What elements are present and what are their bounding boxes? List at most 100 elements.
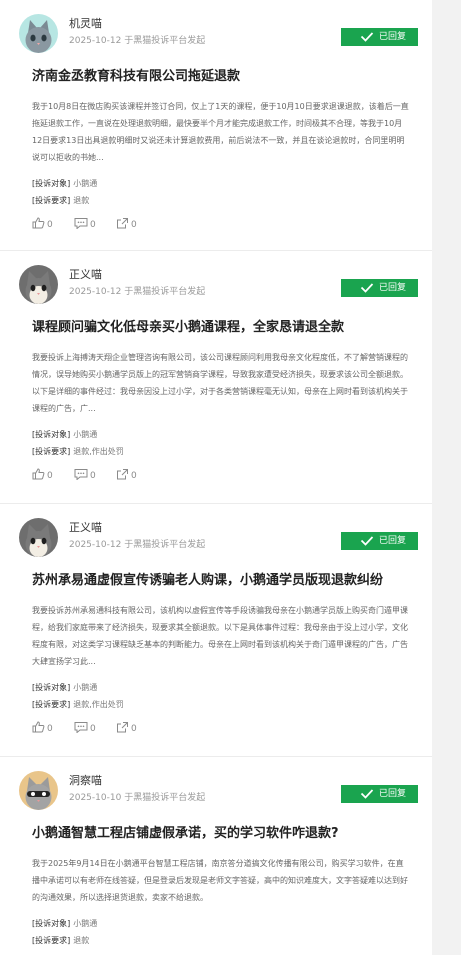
- comment-icon: [74, 218, 88, 230]
- share-button[interactable]: 0: [116, 721, 137, 736]
- gray-white-cat-avatar[interactable]: [19, 518, 58, 557]
- post-date: 2025-10-10: [69, 793, 122, 803]
- comment-button[interactable]: 0: [74, 721, 96, 736]
- request-value: 退款: [73, 936, 90, 945]
- complaint-tags: [投诉对象] 小鹅通 [投诉要求] 退款,作出处罚: [32, 679, 124, 713]
- post-platform: 于黑猫投诉平台发起: [124, 36, 206, 46]
- complaint-target-row: [投诉对象] 小鹅通: [32, 915, 97, 932]
- complaint-target-row: [投诉对象] 小鹅通: [32, 679, 124, 696]
- request-value: 退款,作出处罚: [73, 447, 124, 456]
- request-label: [投诉要求]: [32, 196, 71, 205]
- complaint-title[interactable]: 小鹅通智慧工程店铺虚假承诺，买的学习软件咋退款?: [32, 825, 412, 843]
- complaint-request-row: [投诉要求] 退款,作出处罚: [32, 696, 124, 713]
- status-badge: 已回复: [341, 279, 418, 297]
- complaint-title[interactable]: 课程顾问骗文化低母亲买小鹅通课程，全家恳请退全款: [32, 319, 412, 337]
- share-icon: [117, 218, 128, 229]
- status-label: 已回复: [379, 32, 407, 42]
- post-date: 2025-10-12: [69, 287, 122, 297]
- complaint-title[interactable]: 苏州承易通虚假宣传诱骗老人购课，小鹅通学员版现退款纠纷: [32, 572, 412, 590]
- comment-icon: [74, 722, 88, 734]
- like-button[interactable]: 0: [32, 468, 53, 483]
- comment-button[interactable]: 0: [74, 217, 96, 232]
- gray-white-cat-avatar[interactable]: [19, 265, 58, 304]
- complaint-description[interactable]: 我于10月8日在微店购买该课程并签订合同，仅上了1天的课程，便于10月10日要求…: [32, 98, 410, 166]
- comment-icon: [74, 469, 88, 481]
- request-label: [投诉要求]: [32, 447, 71, 456]
- post-date: 2025-10-12: [69, 36, 122, 46]
- orange-cat-avatar[interactable]: [19, 771, 58, 810]
- complaint-request-row: [投诉要求] 退款: [32, 192, 97, 209]
- target-value[interactable]: 小鹅通: [73, 919, 97, 928]
- share-icon: [117, 722, 128, 733]
- status-label: 已回复: [379, 536, 407, 546]
- complaint-target-row: [投诉对象] 小鹅通: [32, 426, 124, 443]
- post-meta: 2025-10-12 于黑猫投诉平台发起: [69, 35, 205, 47]
- post-meta: 2025-10-10 于黑猫投诉平台发起: [69, 792, 205, 804]
- complaint-target-row: [投诉对象] 小鹅通: [32, 175, 97, 192]
- post-platform: 于黑猫投诉平台发起: [124, 793, 206, 803]
- user-name[interactable]: 洞察喵: [69, 774, 102, 788]
- post-platform: 于黑猫投诉平台发起: [124, 540, 206, 550]
- comment-count: 0: [90, 724, 96, 734]
- target-value[interactable]: 小鹅通: [73, 430, 97, 439]
- like-button[interactable]: 0: [32, 721, 53, 736]
- comment-button[interactable]: 0: [74, 468, 96, 483]
- checkmark-icon: [360, 32, 374, 42]
- request-value: 退款: [73, 196, 90, 205]
- target-label: [投诉对象]: [32, 919, 71, 928]
- share-button[interactable]: 0: [116, 217, 137, 232]
- checkmark-icon: [360, 283, 374, 293]
- complaint-card[interactable]: 正义喵 2025-10-12 于黑猫投诉平台发起 已回复 课程顾问骗文化低母亲买…: [0, 251, 432, 504]
- complaint-title[interactable]: 济南金丞教育科技有限公司拖延退款: [32, 68, 412, 86]
- request-label: [投诉要求]: [32, 700, 71, 709]
- share-button[interactable]: 0: [116, 468, 137, 483]
- complaint-description[interactable]: 我要投诉上海搏涛天翔企业管理咨询有限公司，该公司课程顾问利用我母亲文化程度低，不…: [32, 349, 410, 417]
- target-label: [投诉对象]: [32, 430, 71, 439]
- share-count: 0: [131, 724, 137, 734]
- complaint-request-row: [投诉要求] 退款,作出处罚: [32, 443, 124, 460]
- thumbs-up-icon: [32, 721, 45, 733]
- post-date: 2025-10-12: [69, 540, 122, 550]
- checkmark-icon: [360, 789, 374, 799]
- complaint-description[interactable]: 我要投诉苏州承易通科技有限公司，该机构以虚假宣传等手段诱骗我母亲在小鹅通学员版上…: [32, 602, 410, 670]
- complaint-card[interactable]: 正义喵 2025-10-12 于黑猫投诉平台发起 已回复 苏州承易通虚假宣传诱骗…: [0, 504, 432, 757]
- user-name[interactable]: 正义喵: [69, 268, 102, 282]
- request-value: 退款,作出处罚: [73, 700, 124, 709]
- share-icon: [117, 469, 128, 480]
- user-name[interactable]: 正义喵: [69, 521, 102, 535]
- user-name[interactable]: 机灵喵: [69, 17, 102, 31]
- comment-count: 0: [90, 220, 96, 230]
- share-count: 0: [131, 471, 137, 481]
- status-badge: 已回复: [341, 532, 418, 550]
- thumbs-up-icon: [32, 217, 45, 229]
- post-meta: 2025-10-12 于黑猫投诉平台发起: [69, 286, 205, 298]
- request-label: [投诉要求]: [32, 936, 71, 945]
- status-label: 已回复: [379, 283, 407, 293]
- target-value[interactable]: 小鹅通: [73, 683, 97, 692]
- complaint-tags: [投诉对象] 小鹅通 [投诉要求] 退款,作出处罚: [32, 426, 124, 460]
- complaint-card[interactable]: 洞察喵 2025-10-10 于黑猫投诉平台发起 已回复 小鹅通智慧工程店铺虚假…: [0, 757, 432, 955]
- thumbs-up-icon: [32, 468, 45, 480]
- like-button[interactable]: 0: [32, 217, 53, 232]
- share-count: 0: [131, 220, 137, 230]
- complaint-description[interactable]: 我于2025年9月14日在小鹅通平台智慧工程店铺，南京答分道搞文化传播有限公司，…: [32, 855, 410, 906]
- target-value[interactable]: 小鹅通: [73, 179, 97, 188]
- complaint-tags: [投诉对象] 小鹅通 [投诉要求] 退款: [32, 915, 97, 949]
- comment-count: 0: [90, 471, 96, 481]
- complaint-request-row: [投诉要求] 退款: [32, 932, 97, 949]
- complaint-feed: 机灵喵 2025-10-12 于黑猫投诉平台发起 已回复 济南金丞教育科技有限公…: [0, 0, 432, 955]
- target-label: [投诉对象]: [32, 683, 71, 692]
- checkmark-icon: [360, 536, 374, 546]
- post-platform: 于黑猫投诉平台发起: [124, 287, 206, 297]
- status-badge: 已回复: [341, 785, 418, 803]
- like-count: 0: [47, 220, 53, 230]
- complaint-card[interactable]: 机灵喵 2025-10-12 于黑猫投诉平台发起 已回复 济南金丞教育科技有限公…: [0, 0, 432, 251]
- status-label: 已回复: [379, 789, 407, 799]
- post-meta: 2025-10-12 于黑猫投诉平台发起: [69, 539, 205, 551]
- status-badge: 已回复: [341, 28, 418, 46]
- like-count: 0: [47, 724, 53, 734]
- gray-cat-avatar[interactable]: [19, 14, 58, 53]
- target-label: [投诉对象]: [32, 179, 71, 188]
- like-count: 0: [47, 471, 53, 481]
- complaint-tags: [投诉对象] 小鹅通 [投诉要求] 退款: [32, 175, 97, 209]
